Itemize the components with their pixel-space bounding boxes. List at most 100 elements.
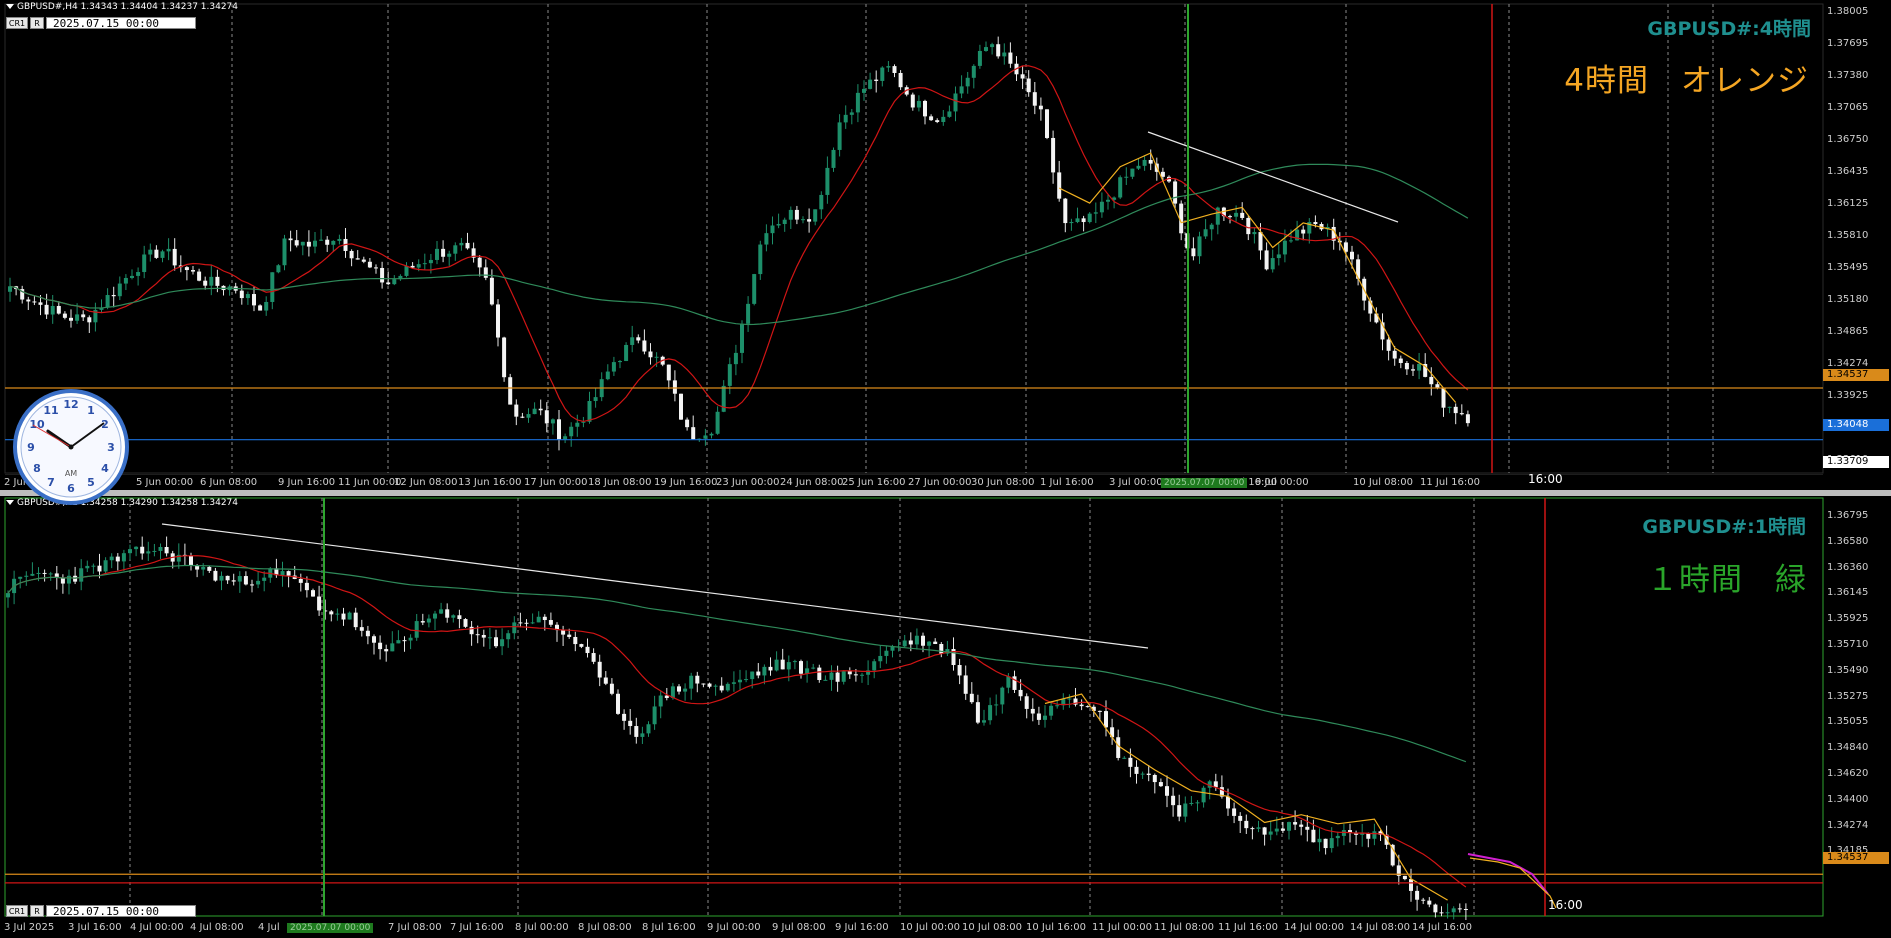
cursor-time-label: 16:00: [1548, 898, 1583, 912]
candle-body: [1238, 815, 1243, 821]
price-tick-label: 1.36360: [1827, 561, 1869, 573]
candle-body: [780, 659, 785, 670]
r-button[interactable]: R: [30, 905, 44, 917]
datetime-field[interactable]: 2025.07.15 00:00: [46, 905, 196, 917]
candle-body: [672, 380, 677, 394]
candle-body: [341, 613, 346, 620]
time-tick-label: 1 Jul 16:00: [1040, 477, 1094, 488]
candle-body: [500, 639, 505, 647]
candle-body: [439, 609, 444, 614]
candle-body: [1313, 222, 1318, 225]
candle-body: [250, 584, 254, 586]
time-tick-label: 12 Jun 08:00: [394, 477, 458, 488]
candle-body: [713, 685, 718, 687]
candle-body: [160, 251, 165, 258]
candle-body: [1213, 781, 1218, 788]
candle-body: [658, 695, 663, 707]
h1-chart-canvas[interactable]: [0, 496, 1891, 935]
dropdown-triangle-icon[interactable]: [6, 4, 14, 9]
candle-body: [916, 100, 921, 108]
candle-body: [569, 426, 574, 437]
candle-body: [884, 650, 889, 656]
candle-body: [1232, 808, 1237, 816]
candle-body: [642, 340, 647, 352]
clock-numeral: 11: [43, 404, 58, 417]
time-cursor-highlight: 2025.07.07 00:00: [1161, 478, 1248, 488]
candle-body: [97, 565, 102, 572]
candle-body: [1134, 766, 1139, 774]
candle-body: [1441, 387, 1446, 408]
candle-body: [1386, 339, 1391, 351]
candle-body: [298, 578, 303, 583]
candle-body: [1447, 406, 1452, 408]
candle-body: [1311, 829, 1316, 843]
price-tick-label: 1.36125: [1827, 198, 1869, 209]
time-tick-label: 19 Jun 16:00: [654, 477, 718, 488]
candle-body: [855, 92, 860, 113]
candle-body: [597, 661, 602, 678]
candle-body: [941, 116, 946, 123]
candle-body: [862, 88, 866, 93]
time-tick-label: 10 Jul 08:00: [962, 922, 1022, 933]
candle-body: [740, 323, 744, 353]
candle-body: [622, 713, 627, 721]
candle-body: [191, 270, 195, 272]
price-tick-label: 1.35495: [1827, 262, 1869, 273]
candle-body: [48, 573, 53, 575]
candle-body: [209, 276, 214, 286]
candle-body: [878, 655, 883, 662]
candle-body: [548, 620, 553, 625]
candle-body: [26, 299, 31, 302]
candle-body: [416, 264, 421, 268]
candle-body: [526, 414, 531, 418]
candle-body: [1244, 820, 1249, 829]
candle-body: [819, 194, 824, 210]
candle-body: [837, 122, 842, 150]
candle-body: [288, 238, 293, 241]
time-tick-label: 4 Jul: [258, 922, 280, 933]
candle-body: [134, 546, 139, 550]
candle-body: [1250, 828, 1255, 830]
h1-chart-panel[interactable]: GBPUSD#,H1 1.34258 1.34290 1.34258 1.342…: [0, 496, 1891, 938]
candle-body: [524, 622, 529, 624]
candle-body: [396, 640, 401, 644]
candles: [6, 536, 1468, 921]
r-button[interactable]: R: [30, 17, 44, 29]
candle-body: [750, 671, 755, 680]
h4-chart-panel[interactable]: GBPUSD#,H4 1.34343 1.34404 1.34237 1.342…: [0, 0, 1891, 493]
candle-body: [282, 238, 287, 266]
candle-body: [353, 612, 358, 628]
clock-numeral: 1: [87, 404, 95, 417]
candle-body: [380, 267, 385, 283]
candle-body: [115, 556, 120, 562]
price-level-badge: 1.34537: [1823, 852, 1889, 864]
candle-body: [44, 304, 49, 315]
candle-body: [977, 50, 982, 66]
candle-body: [1008, 52, 1013, 64]
candle-body: [1024, 696, 1029, 709]
cr1-button[interactable]: CR1: [6, 17, 28, 29]
price-tick-label: 1.34274: [1827, 819, 1869, 831]
candle-body: [996, 44, 1001, 57]
candle-body: [618, 361, 622, 363]
candle-body: [361, 259, 366, 262]
candle-body: [1372, 831, 1377, 839]
candle-body: [123, 277, 128, 284]
candle-body: [1026, 78, 1031, 93]
time-tick-label: 27 Jun 00:00: [908, 477, 972, 488]
candle-body: [1252, 232, 1257, 235]
candle-body: [313, 240, 317, 247]
candle-body: [243, 576, 248, 585]
candle-body: [494, 637, 498, 647]
candle-body: [929, 116, 934, 121]
candle-body: [733, 352, 738, 365]
price-tick-label: 1.34840: [1827, 742, 1869, 754]
candle-body: [536, 616, 541, 623]
cr1-button[interactable]: CR1: [6, 905, 28, 917]
candle-body: [1274, 828, 1279, 832]
datetime-field[interactable]: 2025.07.15 00:00: [46, 17, 196, 29]
candle-body: [384, 649, 389, 652]
candle-body: [585, 646, 590, 654]
candle-body: [239, 290, 244, 299]
candle-body: [1043, 715, 1047, 720]
